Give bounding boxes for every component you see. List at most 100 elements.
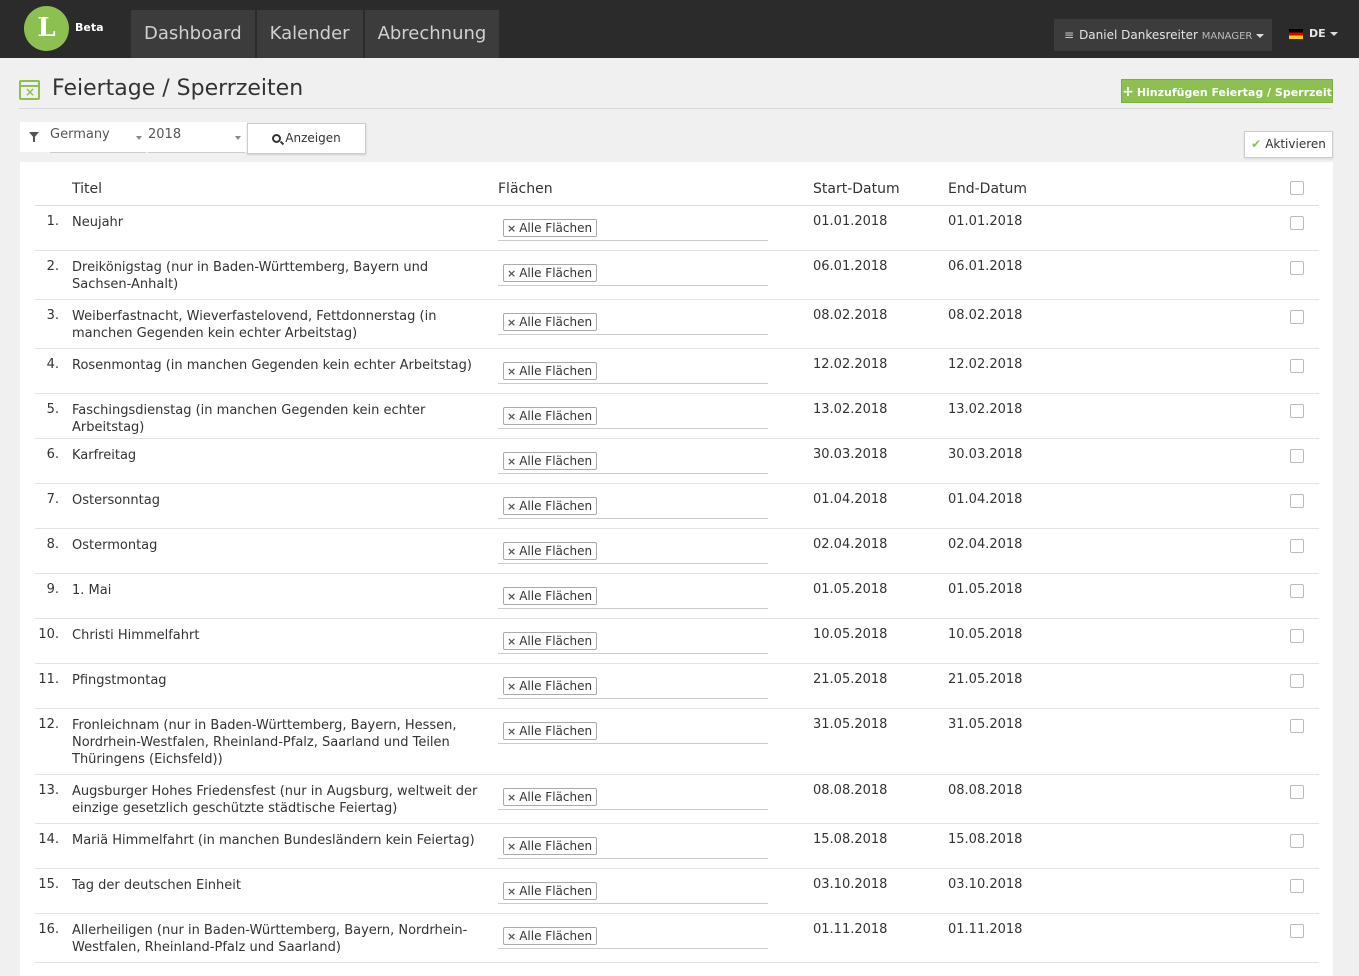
- areas-field[interactable]: × Alle Flächen: [498, 260, 768, 286]
- row-checkbox[interactable]: [1290, 494, 1304, 508]
- row-checkbox[interactable]: [1290, 449, 1304, 463]
- holiday-title: Pfingstmontag: [72, 673, 167, 688]
- areas-field[interactable]: × Alle Flächen: [498, 358, 768, 384]
- areas-field[interactable]: × Alle Flächen: [498, 583, 768, 609]
- select-all-checkbox[interactable]: [1290, 181, 1304, 195]
- row-checkbox[interactable]: [1290, 539, 1304, 553]
- row-checkbox[interactable]: [1290, 404, 1304, 418]
- areas-field[interactable]: × Alle Flächen: [498, 538, 768, 564]
- areas-field[interactable]: × Alle Flächen: [498, 628, 768, 654]
- area-tag-label: Alle Flächen: [519, 839, 593, 853]
- holiday-title: Neujahr: [72, 215, 124, 230]
- column-header-end: End-Datum: [948, 181, 1028, 197]
- area-tag-label: Alle Flächen: [519, 589, 593, 603]
- area-tag-label: Alle Flächen: [519, 315, 593, 329]
- row-checkbox[interactable]: [1290, 674, 1304, 688]
- area-tag: × Alle Flächen: [503, 837, 598, 855]
- areas-field[interactable]: × Alle Flächen: [498, 673, 768, 699]
- search-icon: [272, 134, 282, 143]
- areas-field[interactable]: × Alle Flächen: [498, 878, 768, 904]
- area-tag: × Alle Flächen: [503, 677, 598, 695]
- table-row: 12. Fronleichnam (nur in Baden-Württember…: [20, 709, 1333, 775]
- year-select[interactable]: 2018: [148, 127, 245, 153]
- row-checkbox[interactable]: [1290, 834, 1304, 848]
- app-logo[interactable]: L: [24, 6, 69, 51]
- areas-field[interactable]: × Alle Flächen: [498, 403, 768, 429]
- area-tag-label: Alle Flächen: [519, 634, 593, 648]
- row-number: 12.: [38, 717, 59, 732]
- area-tag: × Alle Flächen: [503, 362, 598, 380]
- table-row: 16. Allerheiligen (nur in Baden-Württembe…: [20, 914, 1333, 963]
- row-checkbox[interactable]: [1290, 310, 1304, 324]
- activate-button-label: Aktivieren: [1265, 137, 1326, 151]
- row-checkbox[interactable]: [1290, 261, 1304, 275]
- areas-field[interactable]: × Alle Flächen: [498, 493, 768, 519]
- table-row: 13. Augsburger Hohes Friedensfest (nur in…: [20, 775, 1333, 824]
- area-tag: × Alle Flächen: [503, 927, 598, 945]
- row-checkbox[interactable]: [1290, 359, 1304, 373]
- dropdown-arrow-icon: [136, 136, 142, 140]
- remove-tag-icon[interactable]: ×: [507, 590, 516, 603]
- start-date: 01.11.2018: [813, 922, 888, 937]
- start-date: 10.05.2018: [813, 627, 888, 642]
- areas-field[interactable]: × Alle Flächen: [498, 448, 768, 474]
- start-date: 15.08.2018: [813, 832, 888, 847]
- areas-field[interactable]: × Alle Flächen: [498, 833, 768, 859]
- remove-tag-icon[interactable]: ×: [507, 840, 516, 853]
- end-date: 31.05.2018: [948, 717, 1023, 732]
- row-number: 8.: [46, 537, 59, 552]
- table-row: 14. Mariä Himmelfahrt (in manchen Bundesl…: [20, 824, 1333, 869]
- area-tag: × Alle Flächen: [503, 452, 598, 470]
- show-button[interactable]: Anzeigen: [247, 123, 366, 154]
- areas-field[interactable]: × Alle Flächen: [498, 215, 768, 241]
- row-checkbox[interactable]: [1290, 584, 1304, 598]
- holiday-title: Ostermontag: [72, 538, 158, 553]
- area-tag: × Alle Flächen: [503, 722, 598, 740]
- areas-field[interactable]: × Alle Flächen: [498, 718, 768, 744]
- areas-field[interactable]: × Alle Flächen: [498, 923, 768, 949]
- remove-tag-icon[interactable]: ×: [507, 930, 516, 943]
- row-checkbox[interactable]: [1290, 629, 1304, 643]
- remove-tag-icon[interactable]: ×: [507, 410, 516, 423]
- column-header-title: Titel: [72, 181, 103, 197]
- remove-tag-icon[interactable]: ×: [507, 500, 516, 513]
- row-checkbox[interactable]: [1290, 216, 1304, 230]
- area-tag: × Alle Flächen: [503, 264, 598, 282]
- remove-tag-icon[interactable]: ×: [507, 455, 516, 468]
- language-menu[interactable]: DE: [1289, 27, 1338, 40]
- main-nav: Dashboard Kalender Abrechnung: [131, 10, 501, 58]
- start-date: 21.05.2018: [813, 672, 888, 687]
- remove-tag-icon[interactable]: ×: [507, 365, 516, 378]
- add-holiday-button[interactable]: + Hinzufügen Feiertag / Sperrzeit: [1121, 79, 1333, 103]
- remove-tag-icon[interactable]: ×: [507, 635, 516, 648]
- activate-button[interactable]: ✔ Aktivieren: [1244, 131, 1333, 158]
- area-tag-label: Alle Flächen: [519, 884, 593, 898]
- country-select[interactable]: Germany: [50, 127, 146, 153]
- areas-field[interactable]: × Alle Flächen: [498, 784, 768, 810]
- remove-tag-icon[interactable]: ×: [507, 316, 516, 329]
- row-checkbox[interactable]: [1290, 719, 1304, 733]
- holiday-title: Karfreitag: [72, 448, 137, 463]
- row-checkbox[interactable]: [1290, 879, 1304, 893]
- area-tag-label: Alle Flächen: [519, 499, 593, 513]
- holiday-title: Faschingsdienstag (in manchen Gegenden k…: [72, 403, 426, 435]
- areas-field[interactable]: × Alle Flächen: [498, 309, 768, 335]
- remove-tag-icon[interactable]: ×: [507, 791, 516, 804]
- remove-tag-icon[interactable]: ×: [507, 885, 516, 898]
- nav-tab-abrechnung[interactable]: Abrechnung: [364, 10, 500, 58]
- remove-tag-icon[interactable]: ×: [507, 680, 516, 693]
- nav-tab-kalender[interactable]: Kalender: [256, 10, 363, 58]
- table-row: 1. Neujahr × Alle Flächen 01.01.2018 01.01.20…: [20, 206, 1333, 251]
- remove-tag-icon[interactable]: ×: [507, 222, 516, 235]
- row-checkbox[interactable]: [1290, 924, 1304, 938]
- row-checkbox[interactable]: [1290, 785, 1304, 799]
- area-tag: × Alle Flächen: [503, 219, 598, 237]
- remove-tag-icon[interactable]: ×: [507, 545, 516, 558]
- holiday-title: Augsburger Hohes Friedensfest (nur in Au…: [72, 784, 478, 816]
- column-header-start: Start-Datum: [813, 181, 900, 197]
- end-date: 08.02.2018: [948, 308, 1023, 323]
- user-menu[interactable]: ≡ Daniel Dankesreiter MANAGER: [1054, 19, 1272, 51]
- remove-tag-icon[interactable]: ×: [507, 725, 516, 738]
- remove-tag-icon[interactable]: ×: [507, 267, 516, 280]
- nav-tab-dashboard[interactable]: Dashboard: [131, 10, 255, 58]
